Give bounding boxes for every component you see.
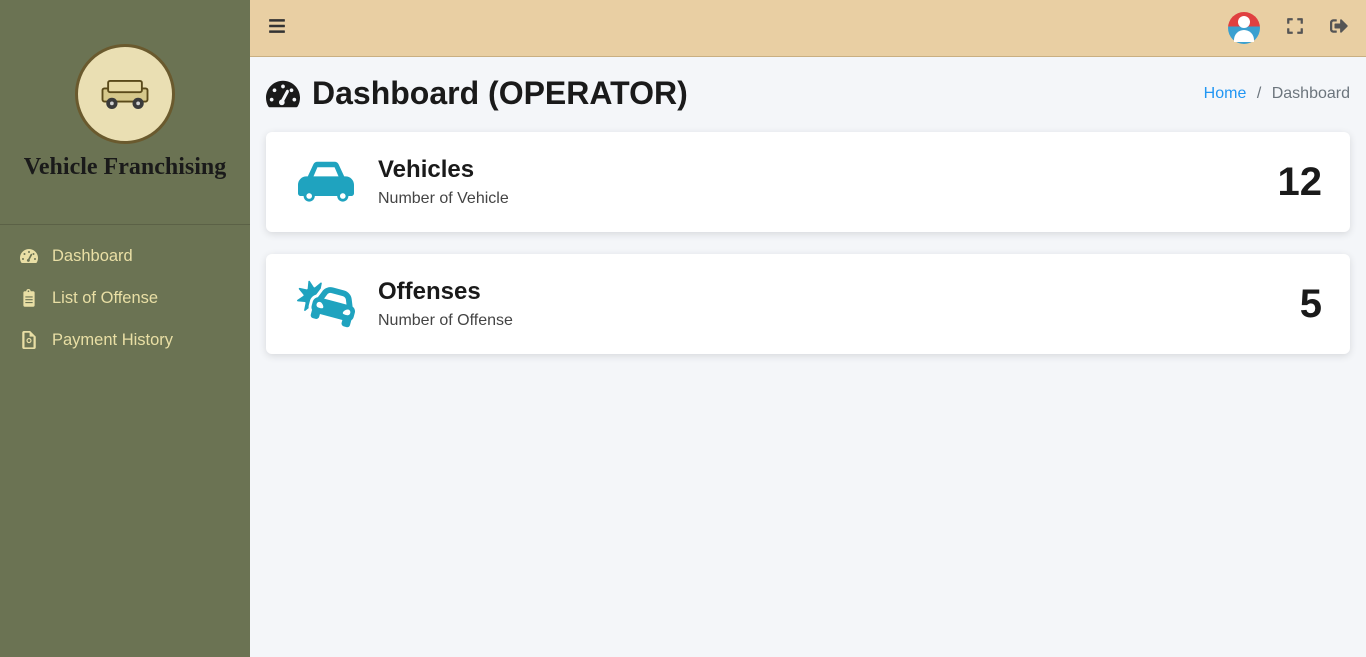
breadcrumb-current: Dashboard — [1272, 85, 1350, 102]
page-title-text: Dashboard (OPERATOR) — [312, 75, 688, 112]
sidebar-nav: Dashboard List of Offense Payment Histor… — [0, 225, 250, 361]
expand-icon — [1286, 17, 1304, 35]
page-header: Dashboard (OPERATOR) Home / Dashboard — [266, 75, 1350, 112]
sidebar-item-label: Payment History — [52, 331, 173, 350]
card-value: 12 — [1278, 160, 1323, 205]
logout-button[interactable] — [1330, 17, 1348, 40]
page-content: Dashboard (OPERATOR) Home / Dashboard Ve… — [250, 57, 1366, 657]
card-subtitle: Number of Offense — [378, 312, 1300, 330]
card-title: Vehicles — [378, 156, 1278, 184]
card-offenses[interactable]: Offenses Number of Offense 5 — [266, 254, 1350, 354]
sidebar-item-label: Dashboard — [52, 247, 133, 266]
card-subtitle: Number of Vehicle — [378, 190, 1278, 208]
main-area: Dashboard (OPERATOR) Home / Dashboard Ve… — [250, 0, 1366, 657]
user-avatar[interactable] — [1228, 12, 1260, 44]
menu-toggle-button[interactable] — [268, 17, 286, 40]
brand-name: Vehicle Franchising — [24, 154, 226, 181]
topbar — [250, 0, 1366, 57]
card-title: Offenses — [378, 278, 1300, 306]
breadcrumb: Home / Dashboard — [1204, 85, 1350, 103]
sidebar-item-payment[interactable]: Payment History — [0, 319, 250, 361]
card-vehicles[interactable]: Vehicles Number of Vehicle 12 — [266, 132, 1350, 232]
sign-out-icon — [1330, 17, 1348, 35]
clipboard-icon — [18, 287, 40, 309]
breadcrumb-home-link[interactable]: Home — [1204, 85, 1247, 102]
tachometer-icon — [266, 77, 300, 111]
page-title: Dashboard (OPERATOR) — [266, 75, 688, 112]
car-icon — [294, 156, 358, 208]
sidebar-item-label: List of Offense — [52, 289, 158, 308]
hamburger-icon — [268, 17, 286, 35]
file-invoice-icon — [18, 329, 40, 351]
card-value: 5 — [1300, 282, 1322, 327]
breadcrumb-separator: / — [1257, 85, 1261, 102]
fullscreen-button[interactable] — [1286, 17, 1304, 40]
brand-area: Vehicle Franchising — [0, 0, 250, 225]
dashboard-icon — [18, 245, 40, 267]
sidebar-item-dashboard[interactable]: Dashboard — [0, 235, 250, 277]
brand-logo — [75, 44, 175, 144]
sidebar-item-offense[interactable]: List of Offense — [0, 277, 250, 319]
car-logo-icon — [95, 74, 155, 114]
sidebar: Vehicle Franchising Dashboard List of Of… — [0, 0, 250, 657]
car-crash-icon — [294, 278, 358, 330]
